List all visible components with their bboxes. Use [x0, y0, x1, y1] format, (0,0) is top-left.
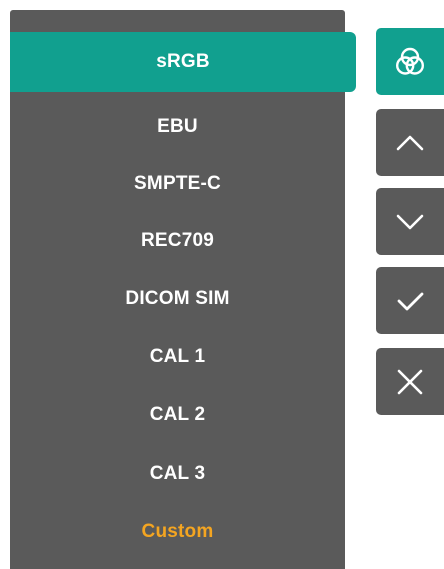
confirm-button[interactable]: [376, 267, 444, 334]
menu-item-rec709[interactable]: REC709: [10, 212, 345, 270]
menu-item-dicom-sim[interactable]: DICOM SIM: [10, 270, 345, 328]
chevron-down-icon: [396, 214, 424, 229]
menu-item-custom[interactable]: Custom: [10, 503, 345, 561]
color-settings-button[interactable]: [376, 28, 444, 95]
color-circles-icon: [395, 47, 424, 75]
chevron-up-icon: [396, 135, 424, 150]
menu-item-srgb[interactable]: sRGB: [10, 32, 356, 92]
menu-item-cal-1[interactable]: CAL 1: [10, 328, 345, 386]
menu-item-cal-2[interactable]: CAL 2: [10, 386, 345, 444]
menu-item-ebu[interactable]: EBU: [10, 98, 345, 156]
menu-item-smpte-c[interactable]: SMPTE-C: [10, 155, 345, 213]
osd-screen: sRGB EBU SMPTE-C REC709 DICOM SIM CAL 1 …: [0, 0, 444, 569]
menu-item-cal-3[interactable]: CAL 3: [10, 445, 345, 503]
up-button[interactable]: [376, 109, 444, 176]
down-button[interactable]: [376, 188, 444, 255]
checkmark-icon: [397, 292, 424, 310]
close-icon: [397, 369, 423, 394]
close-button[interactable]: [376, 348, 444, 415]
